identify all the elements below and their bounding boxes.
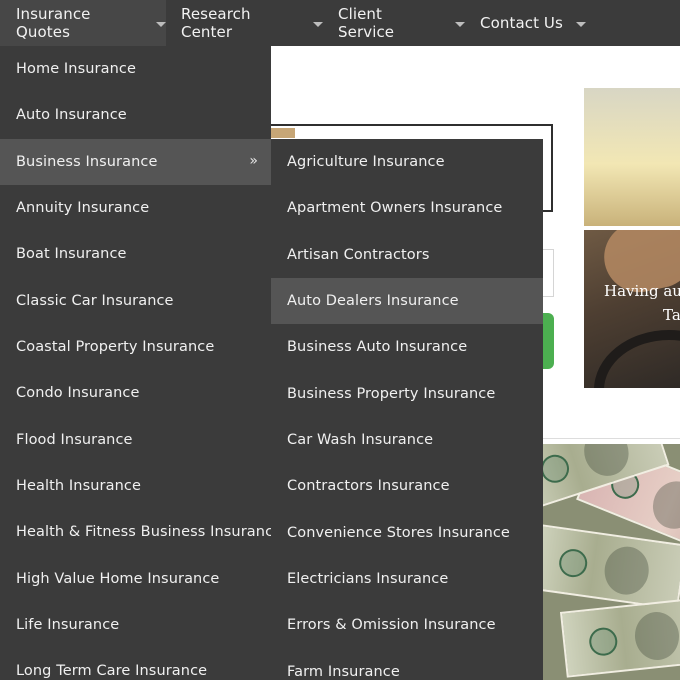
submenu-item-car-wash-insurance[interactable]: Car Wash Insurance <box>271 417 543 463</box>
background-divider <box>540 438 680 439</box>
menu-item-long-term-care-insurance[interactable]: Long Term Care Insurance <box>0 648 271 680</box>
submenu-item-auto-dealers-insurance[interactable]: Auto Dealers Insurance <box>271 278 543 324</box>
submenu-item-errors-omission-insurance[interactable]: Errors & Omission Insurance <box>271 602 543 648</box>
submenu-item-farm-insurance[interactable]: Farm Insurance <box>271 649 543 680</box>
nav-label: Client Service <box>338 5 395 41</box>
nav-insurance-quotes[interactable]: Insurance Quotes <box>0 0 166 46</box>
menu-item-coastal-property-insurance[interactable]: Coastal Property Insurance <box>0 324 271 370</box>
banknote-image <box>543 523 680 611</box>
submenu-item-apartment-owners-insurance[interactable]: Apartment Owners Insurance <box>271 185 543 231</box>
submenu-arrow-icon: » <box>249 153 258 169</box>
nav-label: Contact Us <box>480 14 563 32</box>
insurance-quotes-dropdown: Home Insurance Auto Insurance Business I… <box>0 46 282 680</box>
menu-item-classic-car-insurance[interactable]: Classic Car Insurance <box>0 278 271 324</box>
menu-item-auto-insurance[interactable]: Auto Insurance <box>0 92 271 138</box>
business-insurance-submenu: Agriculture Insurance Apartment Owners I… <box>271 139 543 680</box>
menu-item-annuity-insurance[interactable]: Annuity Insurance <box>0 185 271 231</box>
submenu-item-business-property-insurance[interactable]: Business Property Insurance <box>271 371 543 417</box>
menu-item-home-insurance[interactable]: Home Insurance <box>0 46 271 92</box>
submenu-item-electricians-insurance[interactable]: Electricians Insurance <box>271 556 543 602</box>
photo-caption-line2: Ta <box>663 306 680 324</box>
menu-item-high-value-home-insurance[interactable]: High Value Home Insurance <box>0 556 271 602</box>
nav-contact-us[interactable]: Contact Us <box>464 0 594 46</box>
nav-research-center[interactable]: Research Center <box>165 0 323 46</box>
submenu-item-artisan-contractors[interactable]: Artisan Contractors <box>271 232 543 278</box>
menu-item-business-insurance[interactable]: Business Insurance » <box>0 139 271 185</box>
background-sky-photo <box>584 88 680 226</box>
menu-item-boat-insurance[interactable]: Boat Insurance <box>0 231 271 277</box>
nav-label: Insurance Quotes <box>16 5 91 41</box>
menu-item-health-fitness-business-insurance[interactable]: Health & Fitness Business Insurance <box>0 509 282 555</box>
caret-down-icon <box>575 21 586 27</box>
top-nav-bar: Insurance Quotes Research Center Client … <box>0 0 680 46</box>
submenu-item-convenience-stores-insurance[interactable]: Convenience Stores Insurance <box>271 510 543 556</box>
menu-item-health-insurance[interactable]: Health Insurance <box>0 463 271 509</box>
menu-item-label: Business Insurance <box>16 154 158 170</box>
steering-wheel-image <box>594 330 680 388</box>
banknote-image <box>559 596 680 678</box>
menu-item-condo-insurance[interactable]: Condo Insurance <box>0 370 271 416</box>
nav-client-service[interactable]: Client Service <box>322 0 465 46</box>
background-money-photo <box>543 444 680 680</box>
submenu-item-agriculture-insurance[interactable]: Agriculture Insurance <box>271 139 543 185</box>
submenu-item-business-auto-insurance[interactable]: Business Auto Insurance <box>271 324 543 370</box>
submenu-item-contractors-insurance[interactable]: Contractors Insurance <box>271 463 543 509</box>
photo-caption-line1: Having au <box>604 282 680 300</box>
menu-item-life-insurance[interactable]: Life Insurance <box>0 602 271 648</box>
nav-label: Research Center <box>181 5 251 41</box>
menu-item-flood-insurance[interactable]: Flood Insurance <box>0 417 271 463</box>
